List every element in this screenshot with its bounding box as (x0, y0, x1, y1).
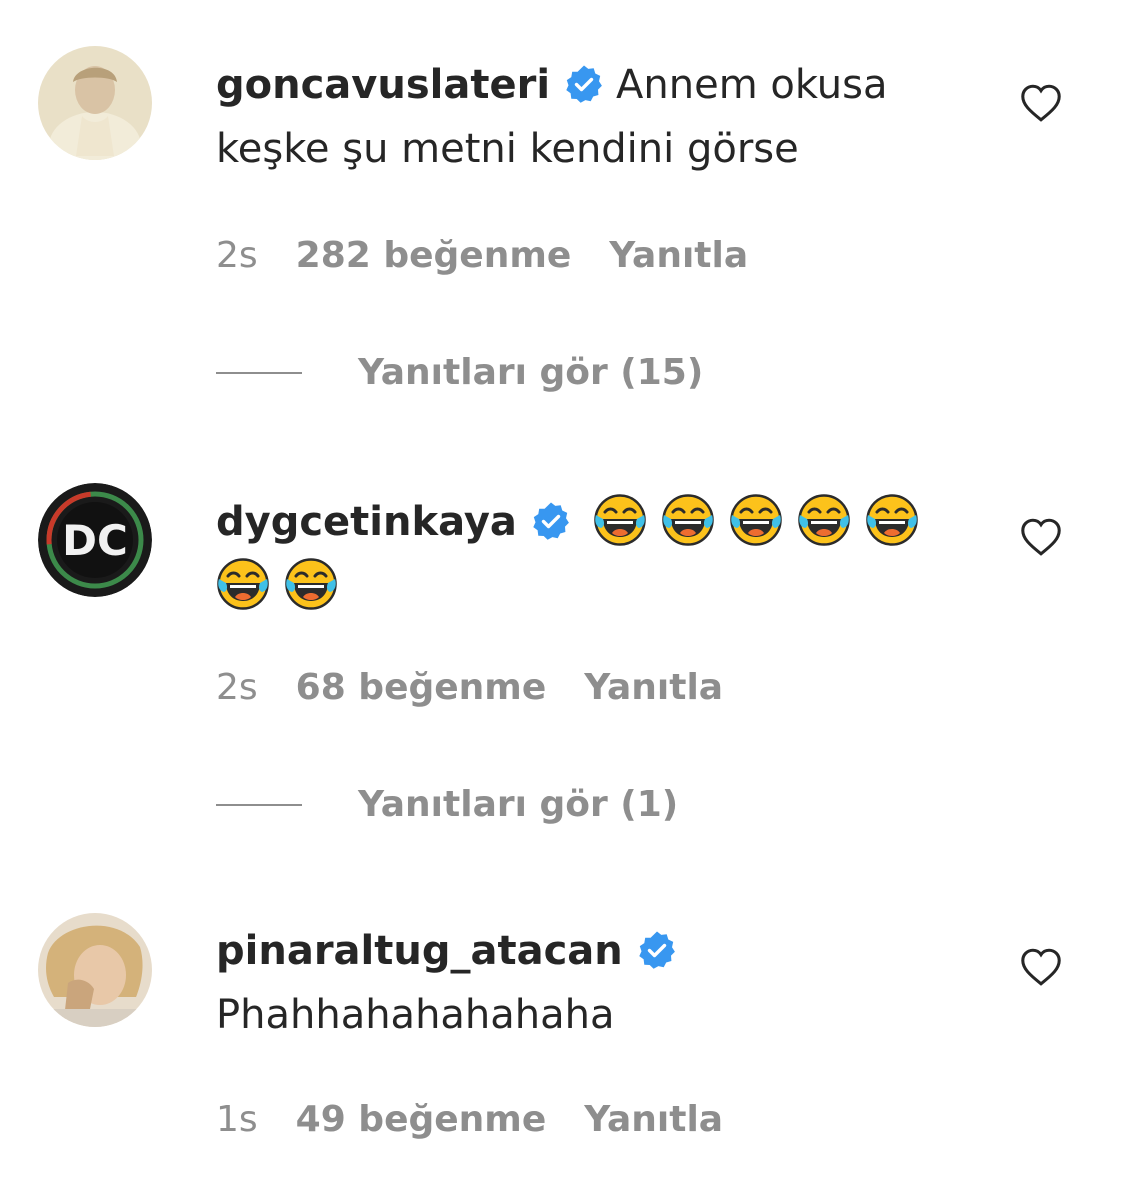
avatar-image (38, 913, 152, 1027)
view-replies-label: Yanıtları gör (15) (358, 352, 704, 393)
avatar-image: DC (38, 483, 152, 597)
view-replies-label: Yanıtları gör (1) (358, 784, 679, 825)
reply-button[interactable]: Yanıtla (609, 235, 748, 276)
heart-outline-icon[interactable] (1018, 514, 1064, 560)
reply-button[interactable]: Yanıtla (584, 1099, 723, 1140)
username[interactable]: goncavuslateri (216, 62, 550, 108)
avatar-dygcetinkaya[interactable]: DC (38, 483, 152, 597)
avatar-image (38, 46, 152, 160)
username[interactable]: pinaraltug_atacan (216, 928, 623, 974)
like-count[interactable]: 49 beğenme (296, 1099, 547, 1140)
heart-outline-icon[interactable] (1018, 944, 1064, 990)
face-with-tears-of-joy-icon (216, 557, 270, 611)
view-replies-button[interactable]: Yanıtları gör (15) (216, 352, 703, 393)
comment-time: 1s (216, 1099, 258, 1140)
face-with-tears-of-joy-icon (729, 493, 783, 547)
view-replies-button[interactable]: Yanıtları gör (1) (216, 784, 678, 825)
divider-line (216, 803, 302, 806)
reply-button[interactable]: Yanıtla (584, 667, 723, 708)
username[interactable]: dygcetinkaya (216, 499, 517, 545)
verified-badge-icon (531, 501, 571, 541)
face-with-tears-of-joy-icon (797, 493, 851, 547)
comment-text: Phahhahahahahaha (216, 992, 615, 1038)
heart-outline-icon[interactable] (1018, 80, 1064, 126)
svg-text:DC: DC (62, 516, 128, 565)
comment-time: 2s (216, 235, 258, 276)
verified-badge-icon (637, 930, 677, 970)
comment-time: 2s (216, 667, 258, 708)
like-count[interactable]: 282 beğenme (296, 235, 572, 276)
face-with-tears-of-joy-icon (593, 493, 647, 547)
face-with-tears-of-joy-icon (284, 557, 338, 611)
comment-meta: 1s 49 beğenme Yanıtla (216, 1099, 761, 1140)
like-count[interactable]: 68 beğenme (296, 667, 547, 708)
comment-body: goncavuslateri Annem okusa keşke şu metni… (216, 53, 936, 181)
comment-body: pinaraltug_atacan Phahhahahahahaha (216, 919, 936, 1047)
avatar-pinaraltug-atacan[interactable] (38, 913, 152, 1027)
comment-body: dygcetinkaya (216, 490, 936, 618)
comment-meta: 2s 282 beğenme Yanıtla (216, 235, 786, 276)
avatar-goncavuslateri[interactable] (38, 46, 152, 160)
divider-line (216, 371, 302, 374)
comment-meta: 2s 68 beğenme Yanıtla (216, 667, 761, 708)
verified-badge-icon (564, 64, 604, 104)
face-with-tears-of-joy-icon (661, 493, 715, 547)
face-with-tears-of-joy-icon (865, 493, 919, 547)
